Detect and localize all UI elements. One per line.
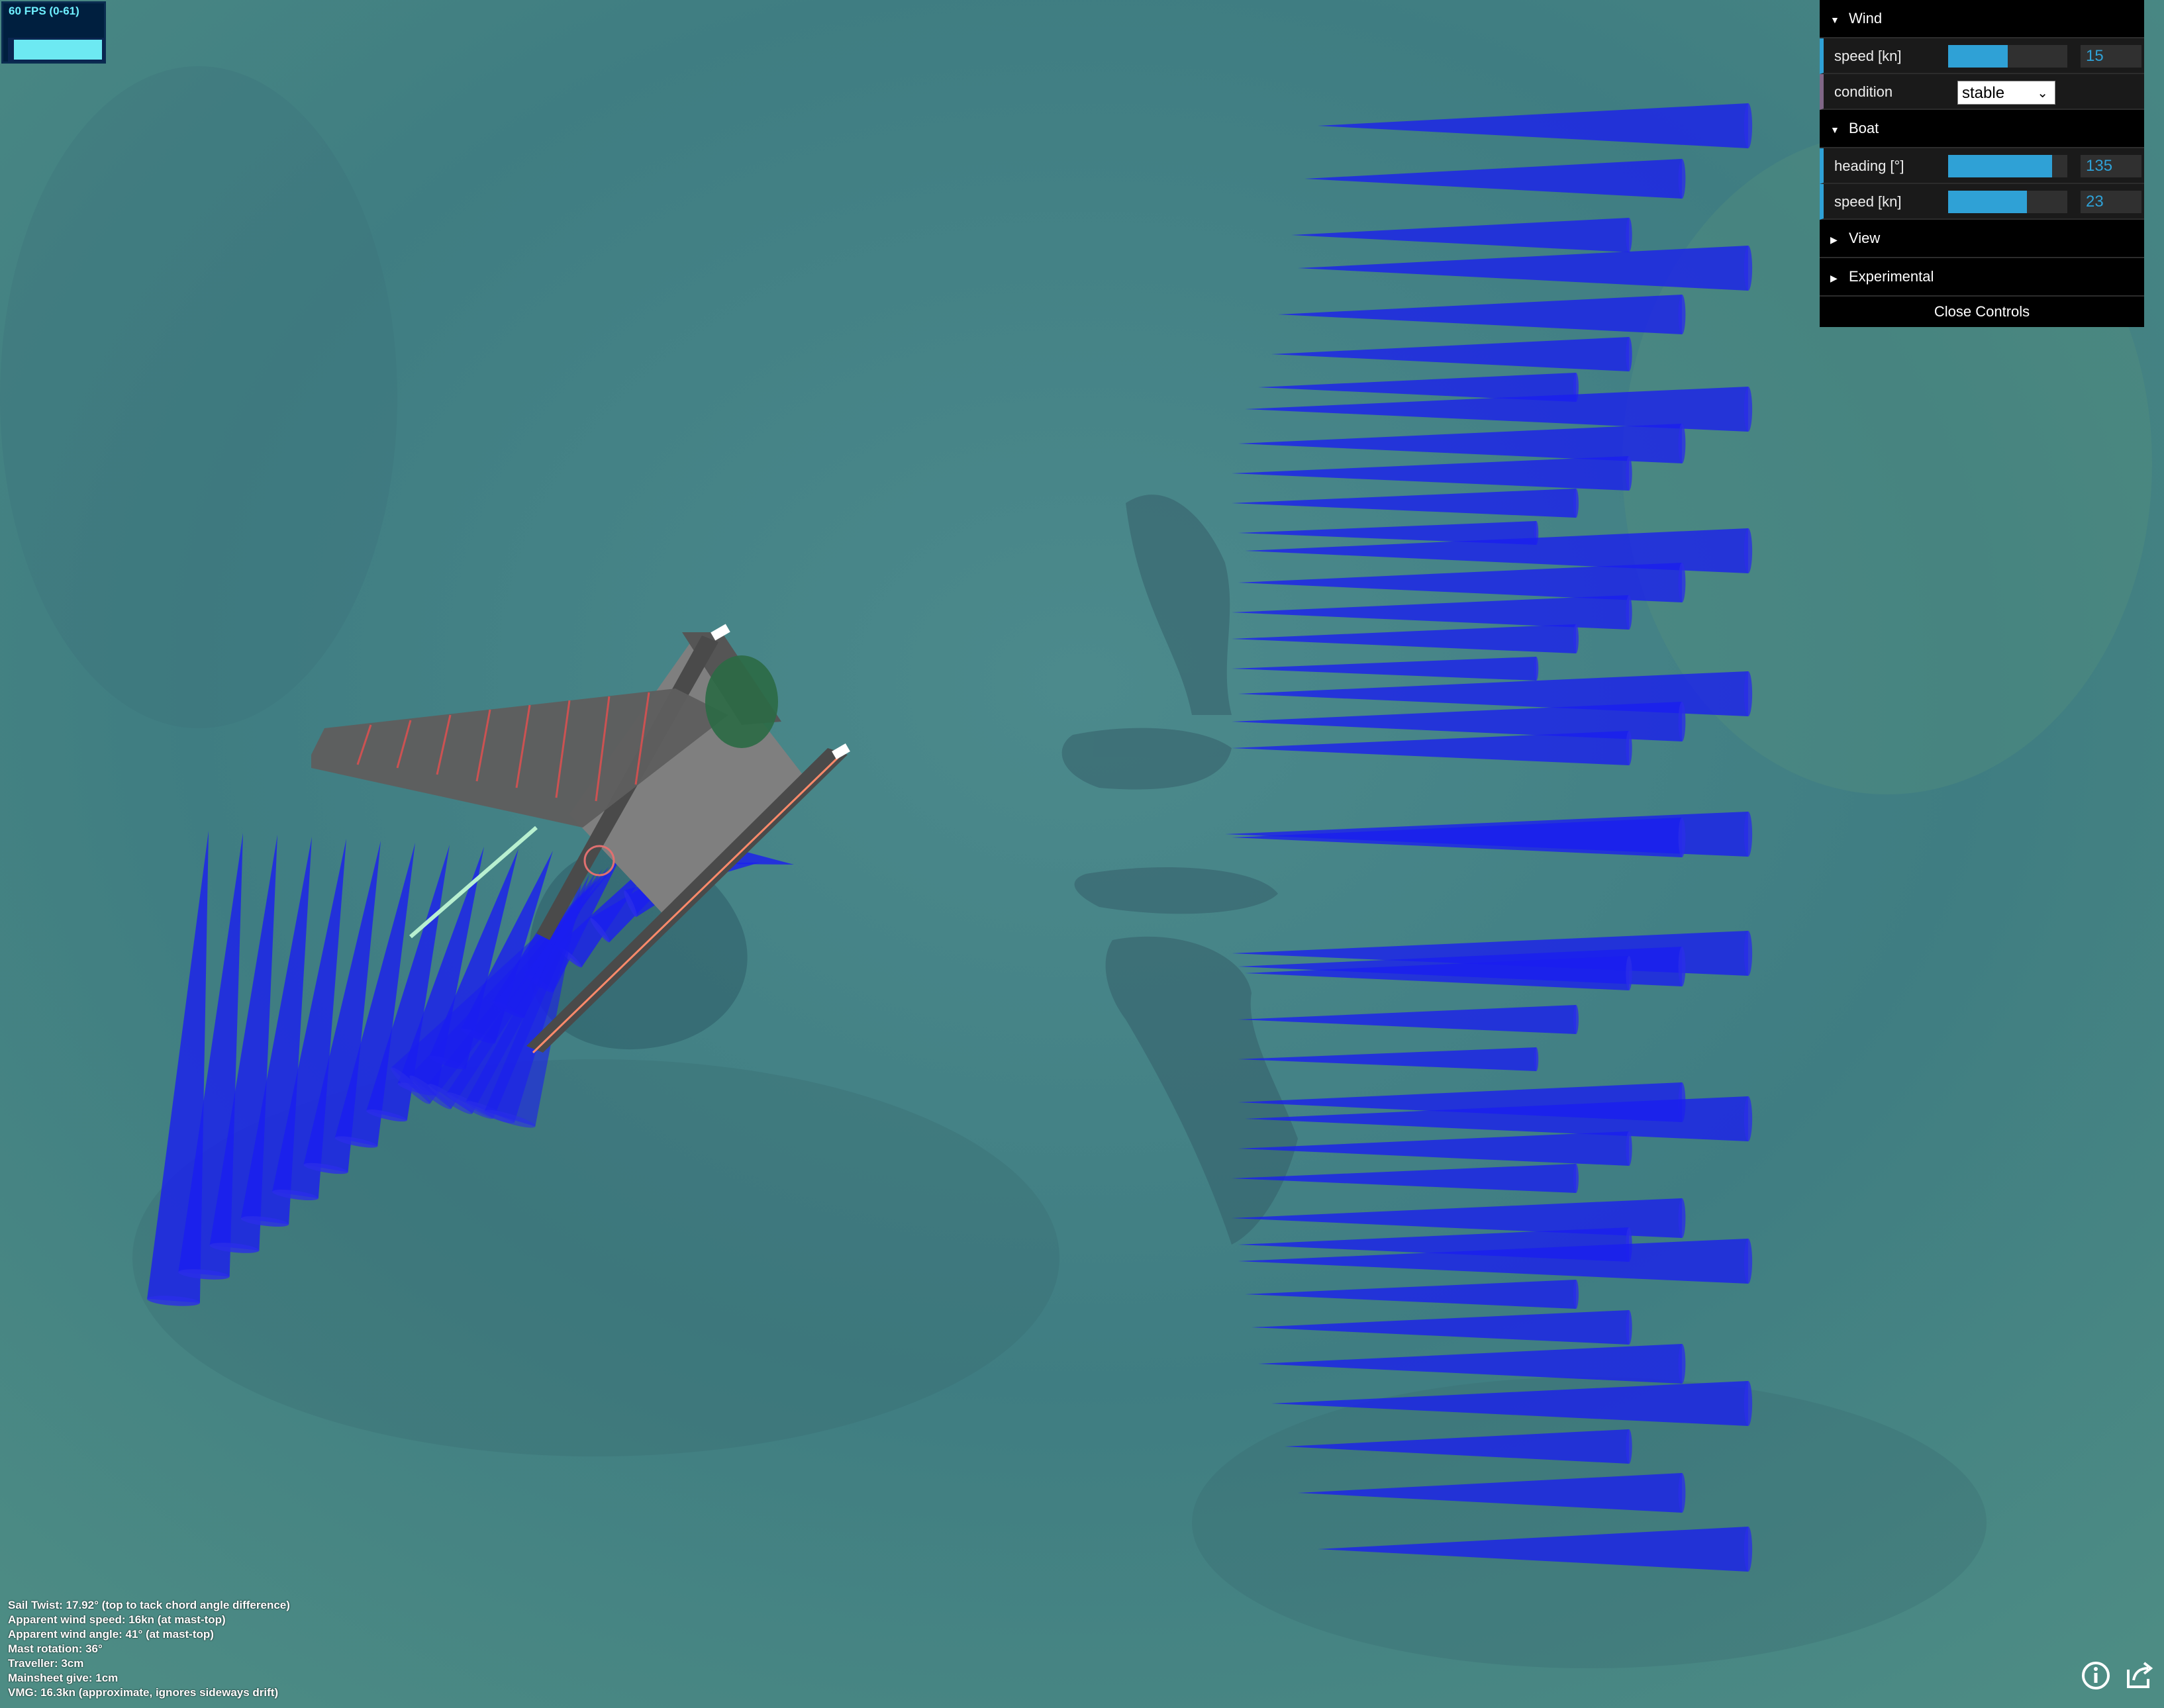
controls-panel: ▼ Wind speed [kn] 15 condition stable ⌄ ▼… <box>1820 0 2144 327</box>
boat-heading-input[interactable]: 135 <box>2081 155 2141 177</box>
fps-graph <box>8 38 105 62</box>
triangle-right-icon: ▶ <box>1830 273 1838 283</box>
boat-speed-label: speed [kn] <box>1834 193 1902 210</box>
boat-heading-slider[interactable] <box>1948 155 2067 177</box>
folder-boat-title: Boat <box>1849 120 1879 136</box>
info-apparent-wind-speed: Apparent wind speed: 16kn (at mast-top) <box>8 1613 226 1626</box>
folder-boat[interactable]: ▼ Boat <box>1820 110 2144 148</box>
boat-heading-label: heading [°] <box>1834 158 1904 174</box>
folder-experimental-title: Experimental <box>1849 268 1934 285</box>
boat-speed-input[interactable]: 23 <box>2081 191 2141 213</box>
folder-view-title: View <box>1849 230 1881 246</box>
wind-condition-value: stable <box>1962 84 2005 102</box>
wind-speed-slider-fill <box>1948 45 2008 68</box>
share-icon[interactable] <box>2122 1658 2155 1691</box>
folder-view[interactable]: ▶ View <box>1820 220 2144 258</box>
wind-condition-label: condition <box>1834 83 1893 100</box>
boat-speed-row: speed [kn] 23 <box>1820 184 2144 220</box>
info-mast-rotation: Mast rotation: 36° <box>8 1642 103 1655</box>
boat-heading-slider-fill <box>1948 155 2052 177</box>
fps-label: 60 FPS (0-61) <box>9 5 79 17</box>
triangle-down-icon: ▼ <box>1830 124 1840 135</box>
info-traveller: Traveller: 3cm <box>8 1657 84 1670</box>
folder-wind-title: Wind <box>1849 10 1883 26</box>
folder-wind[interactable]: ▼ Wind <box>1820 0 2144 38</box>
triangle-right-icon: ▶ <box>1830 234 1838 245</box>
folder-experimental[interactable]: ▶ Experimental <box>1820 258 2144 297</box>
wind-condition-select[interactable]: stable ⌄ <box>1957 81 2055 105</box>
fps-bar <box>14 40 102 60</box>
boat-speed-slider[interactable] <box>1948 191 2067 213</box>
info-vmg: VMG: 16.3kn (approximate, ignores sidewa… <box>8 1686 279 1699</box>
wind-speed-slider[interactable] <box>1948 45 2067 68</box>
island-patch <box>705 655 778 748</box>
wind-speed-input[interactable]: 15 <box>2081 45 2141 68</box>
info-readout: Sail Twist: 17.92° (top to tack chord an… <box>8 1598 290 1700</box>
info-sail-twist: Sail Twist: 17.92° (top to tack chord an… <box>8 1599 290 1611</box>
wind-condition-row: condition stable ⌄ <box>1820 74 2144 110</box>
wind-speed-row: speed [kn] 15 <box>1820 38 2144 74</box>
chevron-down-icon: ⌄ <box>2037 86 2048 101</box>
wind-speed-label: speed [kn] <box>1834 48 1902 64</box>
close-controls-button[interactable]: Close Controls <box>1820 297 2144 327</box>
fps-meter[interactable]: 60 FPS (0-61) <box>1 1 106 64</box>
info-mainsheet-give: Mainsheet give: 1cm <box>8 1672 119 1684</box>
triangle-down-icon: ▼ <box>1830 15 1840 25</box>
boat-speed-slider-fill <box>1948 191 2027 213</box>
info-icon[interactable] <box>2079 1659 2112 1692</box>
boat-heading-row: heading [°] 135 <box>1820 148 2144 184</box>
info-apparent-wind-angle: Apparent wind angle: 41° (at mast-top) <box>8 1628 214 1640</box>
